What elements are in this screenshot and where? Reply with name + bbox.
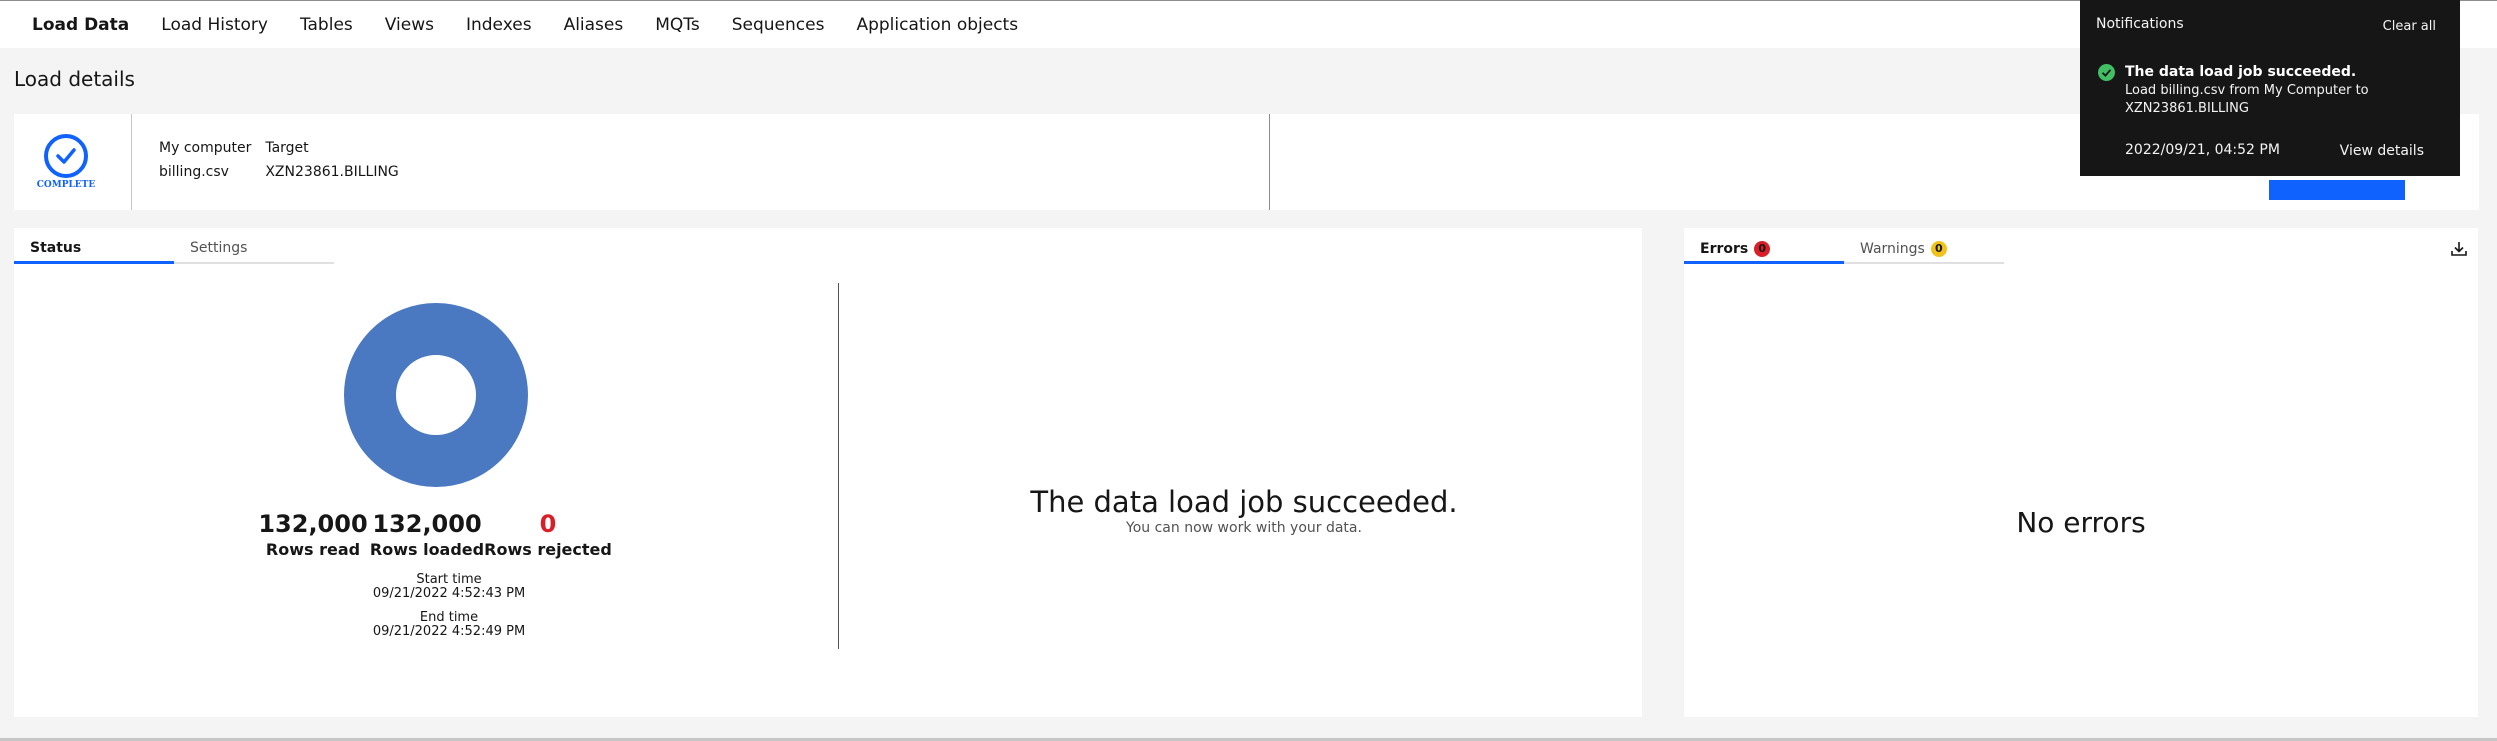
end-time-label: End time (419, 610, 479, 625)
nav-load-data[interactable]: Load Data (16, 15, 145, 35)
nav-sequences[interactable]: Sequences (716, 15, 841, 35)
start-time-value: 09/21/2022 4:52:43 PM (372, 586, 526, 601)
download-icon[interactable] (2450, 240, 2468, 262)
status-badge: COMPLETE (14, 114, 132, 210)
success-subtitle: You can now work with your data. (1126, 520, 1362, 536)
errors-count-badge: 0 (1754, 240, 1771, 257)
notification-title: The data load job succeeded. (2125, 64, 2357, 80)
tab-warnings[interactable]: Warnings 0 (1844, 236, 2004, 264)
end-time-value: 09/21/2022 4:52:49 PM (372, 624, 526, 639)
tab-status[interactable]: Status (14, 236, 174, 264)
nav-tables[interactable]: Tables (284, 15, 369, 35)
errors-panel: Errors 0 Warnings 0 No errors (1684, 228, 2478, 717)
tab-errors-label: Errors (1700, 240, 1749, 257)
primary-action-button[interactable] (2269, 180, 2405, 200)
start-time: Start time 09/21/2022 4:52:43 PM (334, 573, 564, 601)
source-target-grid: My computer Target billing.csv XZN23861.… (159, 140, 399, 180)
summary-divider (1269, 114, 1270, 210)
notification-header: Notifications (2096, 16, 2184, 32)
source-value: billing.csv (159, 164, 229, 180)
end-time: End time 09/21/2022 4:52:49 PM (334, 611, 564, 639)
success-check-icon (2098, 64, 2115, 85)
tab-warnings-label: Warnings (1860, 241, 1925, 257)
nav-aliases[interactable]: Aliases (548, 15, 640, 35)
notification-timestamp: 2022/09/21, 04:52 PM (2125, 142, 2280, 158)
status-badge-text: COMPLETE (36, 180, 96, 190)
nav-indexes[interactable]: Indexes (450, 15, 548, 35)
checkmark-icon (44, 134, 88, 178)
status-panel: Status Settings 132,000 Rows read 132,00… (14, 228, 1642, 717)
nav-application-objects[interactable]: Application objects (840, 15, 1034, 35)
page-title: Load details (14, 67, 135, 91)
target-header: Target (265, 140, 309, 156)
notification-panel: Notifications Clear all The data load jo… (2080, 0, 2460, 176)
nav-load-history[interactable]: Load History (145, 15, 284, 35)
donut-ring (344, 303, 528, 487)
rows-loaded-donut-chart (344, 303, 528, 487)
status-divider (838, 283, 839, 649)
rows-rejected-metric: 0 Rows rejected (473, 510, 623, 559)
rows-rejected-value: 0 (539, 510, 557, 538)
tab-settings[interactable]: Settings (174, 236, 334, 264)
success-title: The data load job succeeded. (1030, 485, 1458, 519)
warnings-count-badge: 0 (1930, 241, 1947, 257)
rows-rejected-label: Rows rejected (484, 540, 612, 559)
view-details-link[interactable]: View details (2340, 143, 2424, 159)
tab-errors[interactable]: Errors 0 (1684, 236, 1844, 264)
start-time-label: Start time (416, 572, 482, 587)
clear-all-button[interactable]: Clear all (2383, 19, 2436, 34)
nav-mqts[interactable]: MQTs (639, 15, 715, 35)
source-header: My computer (159, 140, 252, 156)
no-errors-message: No errors (2016, 506, 2146, 539)
target-value: XZN23861.BILLING (265, 164, 399, 180)
nav-views[interactable]: Views (369, 15, 450, 35)
notification-message: Load billing.csv from My Computer to XZN… (2125, 83, 2369, 116)
status-tabs: Status Settings (14, 236, 334, 264)
errors-tabs: Errors 0 Warnings 0 (1684, 236, 2004, 264)
